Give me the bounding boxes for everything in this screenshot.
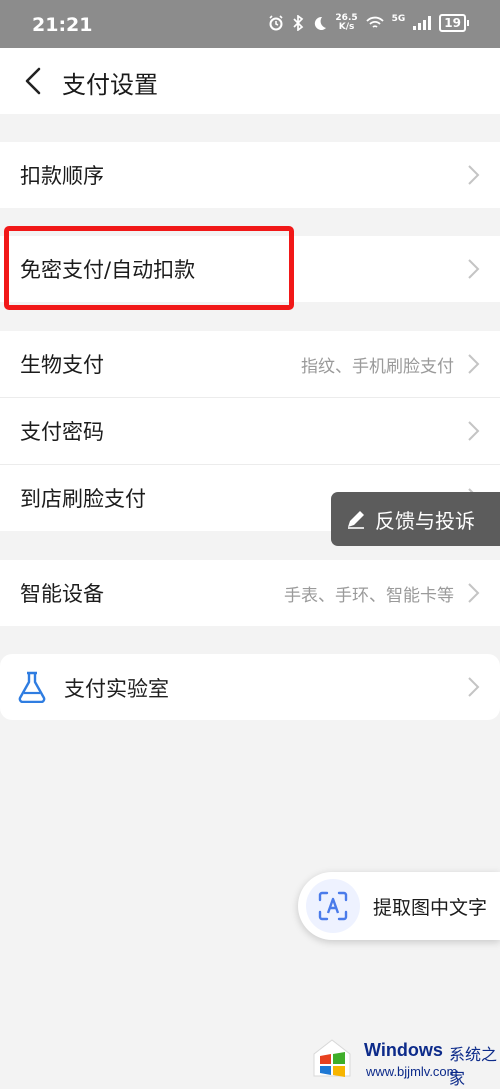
row-deduction-order[interactable]: 扣款顺序 <box>0 142 500 208</box>
chevron-right-icon <box>468 354 480 374</box>
signal-icon <box>413 16 432 30</box>
row-label: 支付密码 <box>20 420 104 444</box>
extract-text-button[interactable]: 提取图中文字 <box>298 872 500 940</box>
page-title: 支付设置 <box>62 71 158 99</box>
bluetooth-icon <box>293 15 304 31</box>
status-icons: 26.5 K/s 5G 19 <box>268 14 469 32</box>
alarm-icon <box>269 15 283 31</box>
feedback-button[interactable]: 反馈与投诉 <box>331 492 500 546</box>
net-speed: 26.5 K/s <box>335 14 357 32</box>
row-label: 扣款顺序 <box>20 164 104 188</box>
row-payment-password[interactable]: 支付密码 <box>0 398 500 465</box>
chevron-left-icon <box>25 67 41 95</box>
chevron-right-icon <box>468 421 480 441</box>
pen-icon <box>348 511 364 529</box>
payment-lab-label: 支付实验室 <box>64 677 169 701</box>
settings-group-order: 扣款顺序 <box>0 142 500 208</box>
row-biometric-payment[interactable]: 生物支付 指纹、手机刷脸支付 <box>0 331 500 398</box>
payment-lab-row[interactable]: 支付实验室 <box>0 654 500 720</box>
wifi-icon <box>365 16 384 28</box>
status-time: 21:21 <box>32 14 93 36</box>
row-label: 到店刷脸支付 <box>20 487 146 511</box>
extract-text-label: 提取图中文字 <box>373 896 488 919</box>
net-speed-unit: K/s <box>338 22 355 32</box>
flask-icon <box>18 671 46 703</box>
row-value: 手表、手环、智能卡等 <box>284 585 454 606</box>
chevron-right-icon <box>468 259 480 279</box>
chevron-right-icon <box>468 165 480 185</box>
watermark-url: www.bjjmlv.com <box>366 1064 458 1079</box>
battery-level: 19 <box>444 16 461 30</box>
highlight-box <box>4 226 294 310</box>
watermark-brand: Windows <box>364 1040 443 1060</box>
row-label: 智能设备 <box>20 582 104 606</box>
settings-group-devices: 智能设备 手表、手环、智能卡等 <box>0 560 500 626</box>
moon-icon <box>315 16 327 30</box>
chevron-right-icon <box>468 583 480 603</box>
page-header: 支付设置 <box>0 48 500 114</box>
watermark: Windows 系统之家 www.bjjmlv.com <box>306 1026 500 1088</box>
row-smart-devices[interactable]: 智能设备 手表、手环、智能卡等 <box>0 560 500 626</box>
windows-logo-icon <box>313 1039 351 1077</box>
row-label: 生物支付 <box>20 353 104 377</box>
network-type: 5G <box>391 14 406 24</box>
feedback-label: 反馈与投诉 <box>375 508 475 533</box>
back-button[interactable] <box>18 62 48 100</box>
battery-icon: 19 <box>439 14 469 32</box>
status-bar: 21:21 26.5 K/s 5G 19 <box>0 0 500 48</box>
text-scan-icon <box>306 879 360 933</box>
chevron-right-icon <box>468 677 480 697</box>
row-value: 指纹、手机刷脸支付 <box>301 356 454 377</box>
